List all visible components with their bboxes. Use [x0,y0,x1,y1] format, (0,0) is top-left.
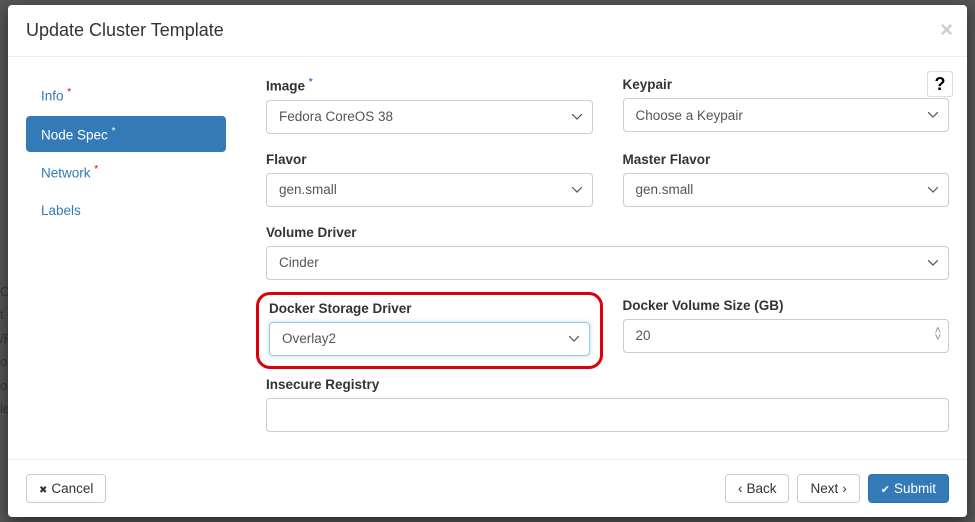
docker-storage-driver-select[interactable]: Overlay2 [269,322,590,356]
master-flavor-label: Master Flavor [623,152,950,167]
keypair-select[interactable]: Choose a Keypair [623,98,950,132]
sidebar-item-label: Node Spec [41,127,108,142]
field-flavor: Flavor gen.small [266,152,593,207]
field-keypair: Keypair Choose a Keypair [623,77,950,134]
sidebar-item-info[interactable]: Info * [26,77,226,114]
update-cluster-template-modal: Update Cluster Template × ? Info * Node … [8,5,967,517]
required-star-icon: * [67,87,71,98]
image-select[interactable]: Fedora CoreOS 38 [266,100,593,134]
sidebar-item-labels[interactable]: Labels [26,193,226,228]
chevron-left-icon: ‹ [738,481,743,496]
x-icon [39,481,47,496]
field-insecure-registry: Insecure Registry [266,377,949,432]
sidebar-item-label: Network [41,166,91,181]
flavor-label: Flavor [266,152,593,167]
modal-title: Update Cluster Template [26,20,949,41]
volume-driver-select[interactable]: Cinder [266,246,949,280]
docker-volume-size-input[interactable] [623,319,950,353]
check-icon [881,481,890,496]
number-stepper-icon[interactable]: ˄˅ [935,328,941,342]
back-button[interactable]: ‹ Back [725,474,790,503]
docker-volume-size-label: Docker Volume Size (GB) [623,298,950,313]
keypair-label: Keypair [623,77,950,92]
insecure-registry-label: Insecure Registry [266,377,949,392]
sidebar-item-node-spec[interactable]: Node Spec * [26,116,226,153]
highlight-callout: Docker Storage Driver Overlay2 [256,292,603,369]
volume-driver-label: Volume Driver [266,225,949,240]
sidebar-item-network[interactable]: Network * [26,154,226,191]
submit-button[interactable]: Submit [868,474,949,503]
field-docker-volume-size: Docker Volume Size (GB) ˄˅ [623,298,950,359]
form-area: Image * Fedora CoreOS 38 Keypair Choose … [226,77,949,459]
field-volume-driver: Volume Driver Cinder [266,225,949,280]
wizard-sidebar: Info * Node Spec * Network * Labels [26,77,226,459]
required-star-icon: * [94,164,98,175]
insecure-registry-input[interactable] [266,398,949,432]
next-button[interactable]: Next › [797,474,859,503]
footer-right-group: ‹ Back Next › Submit [725,474,949,503]
image-label: Image * [266,77,593,94]
required-star-icon: * [309,77,313,88]
modal-header: Update Cluster Template × [8,5,967,56]
sidebar-item-label: Info [41,89,64,104]
help-icon[interactable]: ? [927,71,953,97]
master-flavor-select[interactable]: gen.small [623,173,950,207]
sidebar-item-label: Labels [41,203,81,218]
close-icon[interactable]: × [940,17,953,43]
flavor-select[interactable]: gen.small [266,173,593,207]
docker-storage-driver-label: Docker Storage Driver [269,301,590,316]
field-master-flavor: Master Flavor gen.small [623,152,950,207]
field-image: Image * Fedora CoreOS 38 [266,77,593,134]
required-star-icon: * [112,126,116,137]
chevron-right-icon: › [842,481,847,496]
modal-body: Info * Node Spec * Network * Labels Imag… [8,57,967,459]
modal-footer: Cancel ‹ Back Next › Submit [8,459,967,517]
field-docker-storage-driver: Docker Storage Driver Overlay2 [266,298,593,359]
cancel-button[interactable]: Cancel [26,474,106,503]
